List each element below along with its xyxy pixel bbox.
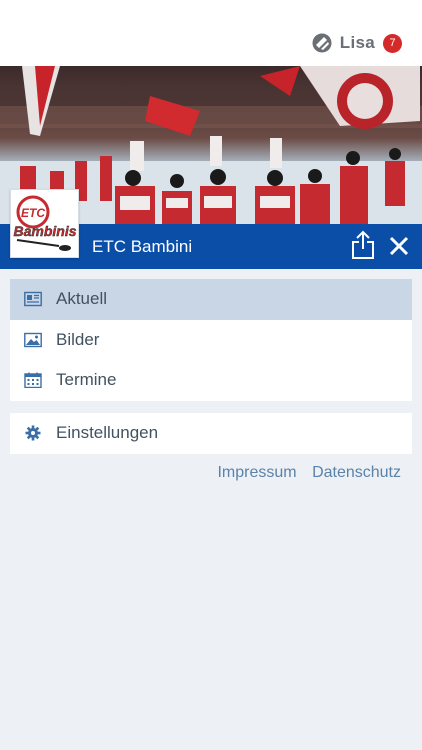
club-logo: ETC Bambinis <box>10 189 79 258</box>
menu-item-label: Einstellungen <box>56 423 159 443</box>
svg-text:ETC: ETC <box>21 206 45 220</box>
calendar-icon <box>24 372 42 389</box>
menu-item-einstellungen[interactable]: Einstellungen <box>10 413 412 454</box>
main-menu: Aktuell Bilder Termine <box>10 279 412 401</box>
close-icon[interactable] <box>388 235 410 257</box>
notification-badge[interactable]: 7 <box>383 33 402 53</box>
footer-links: Impressum Datenschutz <box>206 464 401 482</box>
news-icon <box>24 292 42 307</box>
impressum-link[interactable]: Impressum <box>217 464 296 481</box>
user-name: Lisa <box>339 33 375 52</box>
menu-item-label: Bilder <box>56 329 100 349</box>
svg-text:Bambinis: Bambinis <box>13 223 76 239</box>
menu-item-label: Termine <box>56 370 117 390</box>
club-name: ETC Bambini <box>92 237 193 256</box>
user-menu[interactable]: Lisa 7 <box>312 32 402 54</box>
settings-menu: Einstellungen <box>10 413 412 454</box>
menu-item-aktuell[interactable]: Aktuell <box>10 279 412 320</box>
menu-item-label: Aktuell <box>56 289 108 309</box>
menu-item-bilder[interactable]: Bilder <box>10 320 412 361</box>
app-logo-icon <box>312 33 332 53</box>
top-bar: Lisa 7 <box>0 0 422 66</box>
image-icon <box>24 332 42 347</box>
share-icon[interactable] <box>350 230 376 260</box>
menu-item-termine[interactable]: Termine <box>10 360 412 401</box>
gear-icon <box>25 425 41 441</box>
datenschutz-link[interactable]: Datenschutz <box>312 464 401 481</box>
